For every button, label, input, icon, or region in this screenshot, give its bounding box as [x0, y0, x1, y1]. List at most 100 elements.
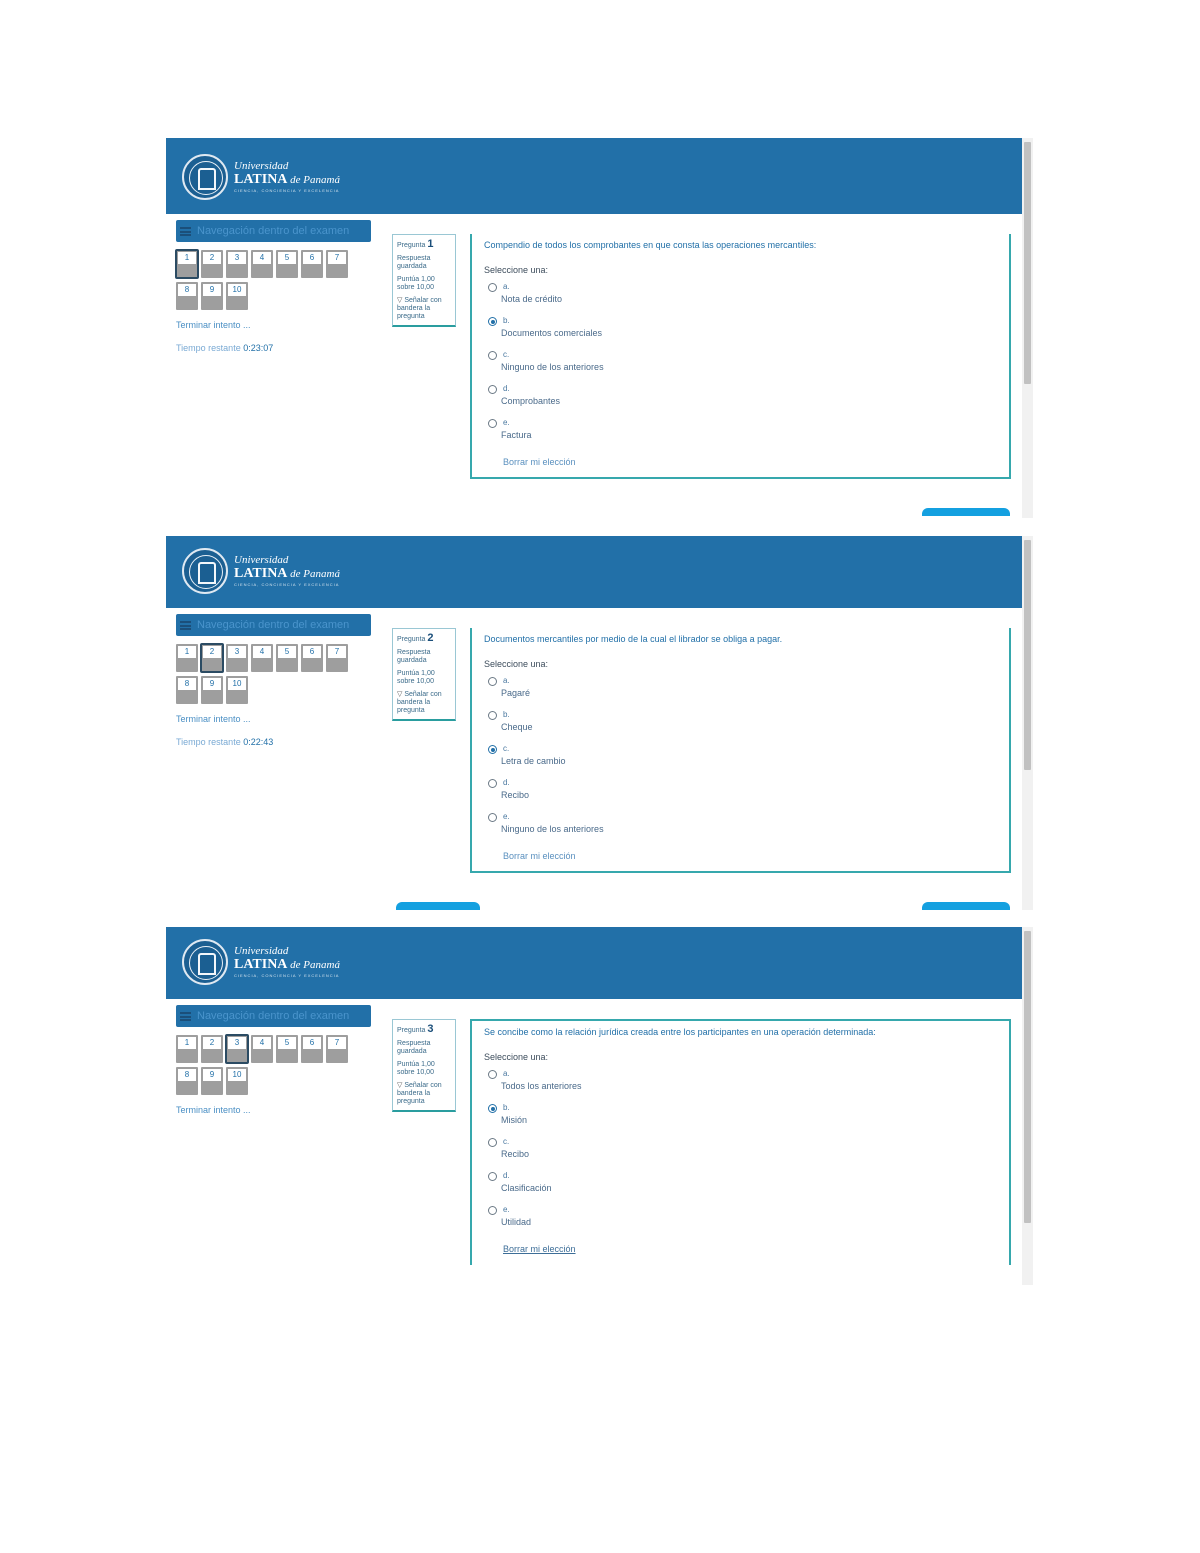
menu-icon: [180, 1011, 191, 1021]
question-status: Respuesta guardada: [397, 1040, 431, 1056]
nav-header: Navegación dentro del examen: [176, 1005, 371, 1027]
flag-question-link[interactable]: ▽ Señalar con bandera la pregunta: [397, 1082, 451, 1106]
scroll-thumb[interactable]: [1024, 540, 1031, 770]
time-left: Tiempo restante 0:22:43: [176, 737, 274, 747]
radio-b[interactable]: [488, 711, 497, 720]
nav-question-1[interactable]: 1: [176, 644, 198, 672]
nav-question-1[interactable]: 1: [175, 249, 199, 279]
nav-question-8[interactable]: 8: [176, 1067, 198, 1095]
radio-d[interactable]: [488, 1172, 497, 1181]
nav-question-9[interactable]: 9: [201, 676, 223, 704]
nav-question-3[interactable]: 3: [225, 1034, 249, 1064]
finish-attempt-link[interactable]: Terminar intento ...: [176, 1105, 371, 1115]
nav-question-9[interactable]: 9: [201, 1067, 223, 1095]
clear-choice-link[interactable]: Borrar mi elección: [503, 851, 997, 861]
answer-option-e[interactable]: e. Ninguno de los anteriores: [484, 811, 997, 839]
radio-a[interactable]: [488, 1070, 497, 1079]
nav-question-5[interactable]: 5: [276, 644, 298, 672]
question-grade: Puntúa 1,00 sobre 10,00: [397, 276, 435, 292]
clear-choice-link[interactable]: Borrar mi elección: [503, 457, 997, 467]
radio-e[interactable]: [488, 419, 497, 428]
answer-option-e[interactable]: e. Factura: [484, 417, 997, 445]
nav-question-5[interactable]: 5: [276, 1035, 298, 1063]
question-status: Respuesta guardada: [397, 255, 431, 271]
clear-choice-link[interactable]: Borrar mi elección: [503, 1244, 997, 1254]
scrollbar[interactable]: [1022, 927, 1033, 1285]
university-logo[interactable]: Universidad LATINA de Panamá CIENCIA, CO…: [182, 548, 340, 594]
university-seal-icon: [182, 548, 228, 594]
radio-d[interactable]: [488, 779, 497, 788]
radio-c[interactable]: [488, 351, 497, 360]
answer-option-b[interactable]: b. Cheque: [484, 709, 997, 737]
answer-option-c[interactable]: c. Letra de cambio: [484, 743, 997, 771]
answer-option-d[interactable]: d. Clasificación: [484, 1170, 997, 1198]
question-content: Se concibe como la relación jurídica cre…: [470, 1019, 1011, 1265]
nav-question-5[interactable]: 5: [276, 250, 298, 278]
nav-question-7[interactable]: 7: [326, 644, 348, 672]
nav-question-10[interactable]: 10: [226, 282, 248, 310]
scrollbar[interactable]: [1022, 138, 1033, 518]
menu-icon: [180, 226, 191, 236]
finish-attempt-link[interactable]: Terminar intento ...: [176, 714, 371, 724]
logo-line2: LATINA de Panamá: [234, 172, 340, 187]
answer-option-d[interactable]: d. Comprobantes: [484, 383, 997, 411]
question-content: Documentos mercantiles por medio de la c…: [470, 628, 1011, 873]
nav-question-7[interactable]: 7: [326, 1035, 348, 1063]
nav-question-7[interactable]: 7: [326, 250, 348, 278]
answer-option-b[interactable]: b. Documentos comerciales: [484, 315, 997, 343]
answer-option-b[interactable]: b. Misión: [484, 1102, 997, 1130]
nav-question-10[interactable]: 10: [226, 1067, 248, 1095]
radio-b[interactable]: [488, 317, 497, 326]
question-text: Compendio de todos los comprobantes en q…: [484, 240, 817, 250]
nav-question-2[interactable]: 2: [200, 643, 224, 673]
nav-question-4[interactable]: 4: [251, 250, 273, 278]
question-grade: Puntúa 1,00 sobre 10,00: [397, 670, 435, 686]
university-logo[interactable]: Universidad LATINA de Panamá CIENCIA, CO…: [182, 154, 340, 200]
radio-d[interactable]: [488, 385, 497, 394]
flag-question-link[interactable]: ▽ Señalar con bandera la pregunta: [397, 691, 451, 715]
nav-question-4[interactable]: 4: [251, 1035, 273, 1063]
nav-question-1[interactable]: 1: [176, 1035, 198, 1063]
answer-option-d[interactable]: d. Recibo: [484, 777, 997, 805]
answer-option-a[interactable]: a. Nota de crédito: [484, 281, 997, 309]
nav-title: Navegación dentro del examen: [197, 225, 350, 237]
radio-a[interactable]: [488, 677, 497, 686]
nav-question-9[interactable]: 9: [201, 282, 223, 310]
finish-attempt-link[interactable]: Terminar intento ...: [176, 320, 371, 330]
nav-question-6[interactable]: 6: [301, 1035, 323, 1063]
flag-question-link[interactable]: ▽ Señalar con bandera la pregunta: [397, 297, 451, 321]
nav-question-8[interactable]: 8: [176, 676, 198, 704]
nav-question-3[interactable]: 3: [226, 644, 248, 672]
scroll-thumb[interactable]: [1024, 142, 1031, 384]
answer-option-a[interactable]: a. Todos los anteriores: [484, 1068, 997, 1096]
radio-e[interactable]: [488, 1206, 497, 1215]
nav-question-4[interactable]: 4: [251, 644, 273, 672]
header-bar: Universidad LATINA de Panamá CIENCIA, CO…: [166, 138, 1022, 214]
next-page-button[interactable]: [922, 508, 1010, 516]
radio-a[interactable]: [488, 283, 497, 292]
nav-question-2[interactable]: 2: [201, 1035, 223, 1063]
answer-option-a[interactable]: a. Pagaré: [484, 675, 997, 703]
radio-c[interactable]: [488, 745, 497, 754]
answer-option-c[interactable]: c. Recibo: [484, 1136, 997, 1164]
answer-option-e[interactable]: e. Utilidad: [484, 1204, 997, 1232]
next-page-button[interactable]: [922, 902, 1010, 910]
nav-question-6[interactable]: 6: [301, 644, 323, 672]
question-status: Respuesta guardada: [397, 649, 431, 665]
nav-question-8[interactable]: 8: [176, 282, 198, 310]
university-seal-icon: [182, 939, 228, 985]
nav-question-6[interactable]: 6: [301, 250, 323, 278]
answer-option-c[interactable]: c. Ninguno de los anteriores: [484, 349, 997, 377]
radio-e[interactable]: [488, 813, 497, 822]
nav-question-3[interactable]: 3: [226, 250, 248, 278]
scrollbar[interactable]: [1022, 536, 1033, 910]
scroll-thumb[interactable]: [1024, 931, 1031, 1223]
question-text: Documentos mercantiles por medio de la c…: [484, 634, 783, 644]
nav-header: Navegación dentro del examen: [176, 614, 371, 636]
nav-question-2[interactable]: 2: [201, 250, 223, 278]
previous-page-button[interactable]: [396, 902, 480, 910]
radio-c[interactable]: [488, 1138, 497, 1147]
radio-b[interactable]: [488, 1104, 497, 1113]
nav-question-10[interactable]: 10: [226, 676, 248, 704]
university-logo[interactable]: Universidad LATINA de Panamá CIENCIA, CO…: [182, 939, 340, 985]
